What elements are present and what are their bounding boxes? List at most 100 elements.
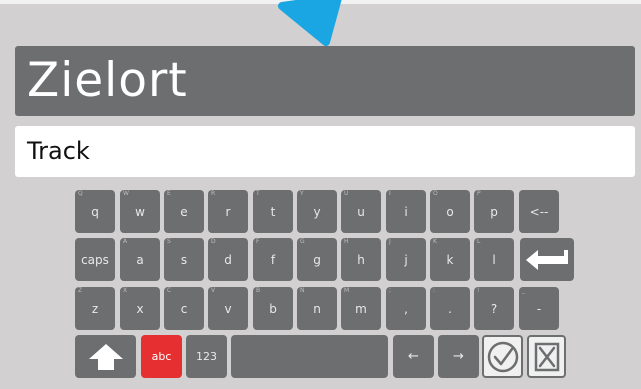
key[interactable]: Qq <box>75 190 115 233</box>
key[interactable]: Hh <box>341 238 381 281</box>
key-label: v <box>224 301 232 316</box>
shift-key[interactable] <box>75 335 136 378</box>
numeric-mode-key[interactable]: 123 <box>186 335 227 378</box>
key[interactable]: caps <box>75 238 115 281</box>
key-hint: I <box>389 190 391 197</box>
key[interactable]: Tt <box>253 190 293 233</box>
key-hint: Z <box>78 287 83 294</box>
key[interactable]: Uu <box>341 190 381 233</box>
key-label: , <box>404 301 408 316</box>
key[interactable]: Cc <box>164 287 204 330</box>
key-label: ? <box>490 301 498 316</box>
key[interactable]: Vv <box>208 287 248 330</box>
key-label: y <box>313 204 321 219</box>
key-label: o <box>446 204 454 219</box>
page-title: Zielort <box>15 46 635 116</box>
key-hint: E <box>167 190 171 197</box>
key-label: e <box>180 204 188 219</box>
key-label: d <box>224 252 232 267</box>
key-hint: M <box>344 287 350 294</box>
key[interactable]: Nn <box>297 287 337 330</box>
key[interactable]: Pp <box>474 190 514 233</box>
key[interactable]: Ee <box>164 190 204 233</box>
key-label: p <box>490 204 498 219</box>
key[interactable]: Ww <box>120 190 160 233</box>
key-label: - <box>536 301 542 316</box>
pointer-arrow-icon <box>278 0 342 46</box>
space-key[interactable] <box>231 335 388 378</box>
key-hint: : <box>433 287 436 294</box>
key-hint: ; <box>389 287 392 294</box>
key[interactable]: Xx <box>120 287 160 330</box>
key[interactable]: Ii <box>386 190 426 233</box>
key-label: i <box>404 204 408 219</box>
key-label: j <box>404 252 408 267</box>
key-hint: H <box>344 238 349 245</box>
key-hint: N <box>300 287 305 294</box>
key-hint: R <box>211 190 216 197</box>
cancel-key[interactable] <box>527 335 566 378</box>
key-hint: G <box>300 238 305 245</box>
key[interactable]: Ff <box>253 238 293 281</box>
abc-mode-key[interactable]: abc <box>141 335 182 378</box>
key-label: s <box>180 252 188 267</box>
key-label: r <box>225 204 231 219</box>
key-label: caps <box>81 252 109 267</box>
enter-key[interactable] <box>520 238 574 281</box>
key-label: z <box>91 301 99 316</box>
key-label: n <box>313 301 321 316</box>
key-label: u <box>357 204 365 219</box>
key-label: b <box>269 301 277 316</box>
key-hint: C <box>167 287 172 294</box>
key[interactable]: <-- <box>519 190 559 233</box>
key-label: a <box>136 252 144 267</box>
key-label: h <box>357 252 365 267</box>
cursor-right-key[interactable]: → <box>438 335 479 378</box>
key[interactable]: _ - <box>519 287 559 330</box>
key[interactable]: ;, <box>386 287 426 330</box>
confirm-key[interactable] <box>482 335 523 378</box>
key[interactable]: :. <box>430 287 470 330</box>
key-label: c <box>180 301 188 316</box>
key[interactable]: Oo <box>430 190 470 233</box>
key-label: . <box>448 301 452 316</box>
key-label: <-- <box>529 204 549 219</box>
enter-icon <box>526 249 568 270</box>
key-hint: F <box>256 238 260 245</box>
key[interactable]: Aa <box>120 238 160 281</box>
shift-icon <box>88 343 123 370</box>
key-hint: W <box>123 190 129 197</box>
key-hint: Y <box>300 190 304 197</box>
key[interactable]: Jj <box>386 238 426 281</box>
key[interactable]: Dd <box>208 238 248 281</box>
key-label: w <box>135 204 145 219</box>
key-hint: B <box>256 287 261 294</box>
key-hint: ! <box>477 287 480 294</box>
key-label: q <box>91 204 99 219</box>
key-label: x <box>136 301 144 316</box>
key-hint: T <box>256 190 260 197</box>
key[interactable]: Mm <box>341 287 381 330</box>
key-hint: O <box>433 190 438 197</box>
key-hint: V <box>211 287 216 294</box>
key-label: t <box>270 204 276 219</box>
key-hint: S <box>167 238 171 245</box>
key[interactable]: Ss <box>164 238 204 281</box>
confirm-check-icon <box>487 341 518 372</box>
key-hint: _ <box>522 287 525 294</box>
key[interactable]: Yy <box>297 190 337 233</box>
key[interactable]: Zz <box>75 287 115 330</box>
key[interactable]: Gg <box>297 238 337 281</box>
cursor-left-key[interactable]: ← <box>393 335 434 378</box>
key-label: k <box>446 252 454 267</box>
key[interactable]: Kk <box>430 238 470 281</box>
key-label: m <box>355 301 367 316</box>
destination-input[interactable]: Track <box>15 126 635 177</box>
key-label: f <box>270 252 276 267</box>
key[interactable]: Rr <box>208 190 248 233</box>
key[interactable]: Bb <box>253 287 293 330</box>
key-hint: L <box>477 238 481 245</box>
key[interactable]: !? <box>474 287 514 330</box>
key-hint: A <box>123 238 128 245</box>
key[interactable]: Ll <box>474 238 514 281</box>
